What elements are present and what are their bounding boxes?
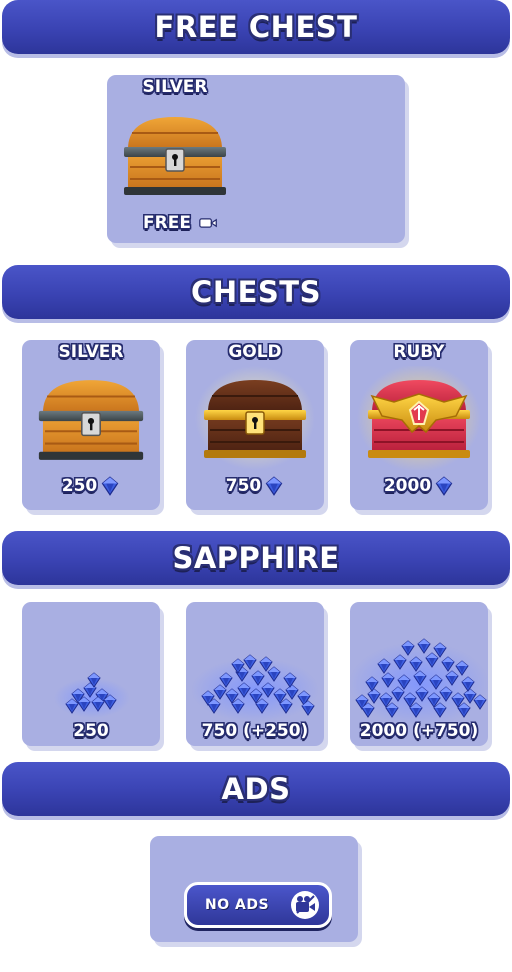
sapphire-card-medium[interactable]: 750 (+250) [186, 602, 324, 746]
sapphire-gem-icon [436, 476, 453, 496]
sapphire-amount: 750 (+250) [186, 721, 324, 741]
chest-card-silver[interactable]: SILVER 250 [22, 340, 160, 510]
sapphire-gem-icon [266, 476, 283, 496]
amount-value: 750 (+250) [201, 721, 309, 741]
sapphire-pile-large-icon [350, 638, 488, 724]
ads-banner: ADS [2, 762, 510, 816]
no-ads-button[interactable]: NO ADS [184, 882, 332, 928]
free-chest-banner: FREE CHEST [2, 0, 510, 54]
section-title: FREE CHEST [154, 10, 358, 44]
chests-banner: CHESTS [2, 265, 510, 319]
chest-card-ruby[interactable]: RUBY 2000 [350, 340, 488, 510]
sapphire-pile-medium-icon [191, 654, 319, 722]
price-value: 2000 [383, 476, 432, 496]
sapphire-amount: 250 [22, 721, 160, 741]
chest-name: SILVER [58, 342, 124, 362]
price-label: FREE [143, 213, 191, 233]
silver-chest-icon [32, 372, 150, 464]
chest-name: RUBY [393, 342, 445, 362]
chest-name: SILVER [142, 77, 208, 97]
no-ads-card: NO ADS [150, 836, 358, 942]
sapphire-amount: 2000 (+750) [350, 721, 488, 741]
chest-name: GOLD [228, 342, 282, 362]
section-title: ADS [221, 772, 291, 806]
sapphire-banner: SAPPHIRE [2, 531, 510, 585]
section-title: SAPPHIRE [172, 541, 340, 575]
sapphire-card-large[interactable]: 2000 (+750) [350, 602, 488, 746]
no-ads-label: NO ADS [205, 897, 270, 913]
amount-value: 2000 (+750) [359, 721, 479, 741]
chest-price: 2000 [350, 476, 488, 496]
chest-price: 750 [186, 476, 324, 496]
price-value: 750 [225, 476, 262, 496]
sapphire-pile-small-icon [54, 672, 130, 718]
amount-value: 250 [73, 721, 109, 741]
chest-price: 250 [22, 476, 160, 496]
free-price: FREE [143, 213, 217, 233]
section-title: CHESTS [191, 275, 321, 309]
video-camera-icon [199, 218, 217, 228]
gold-chest-icon [195, 366, 315, 470]
ruby-chest-icon [357, 366, 481, 470]
sapphire-gem-icon [102, 476, 119, 496]
silver-chest-icon [117, 109, 233, 199]
sapphire-card-small[interactable]: 250 [22, 602, 160, 746]
free-chest-card[interactable]: SILVER FREE [107, 75, 405, 243]
no-video-camera-icon [291, 891, 319, 919]
chest-card-gold[interactable]: GOLD 750 [186, 340, 324, 510]
price-value: 250 [61, 476, 98, 496]
